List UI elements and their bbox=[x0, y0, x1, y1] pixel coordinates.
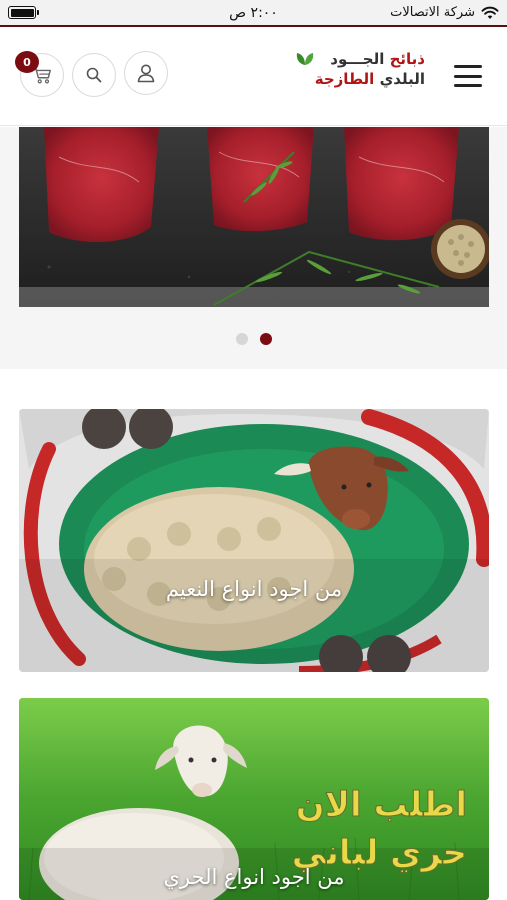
menu-icon-bar bbox=[454, 65, 482, 68]
logo-word-2: الجـــود bbox=[330, 50, 385, 68]
search-button[interactable] bbox=[72, 53, 116, 97]
status-time: ٢:٠٠ ص bbox=[229, 4, 278, 21]
account-button[interactable] bbox=[124, 51, 168, 95]
meat-photo bbox=[19, 127, 489, 307]
slider-pagination bbox=[0, 333, 507, 345]
sheep-banner-image bbox=[19, 409, 489, 672]
logo-line-2: البلدي الطازجة bbox=[290, 69, 425, 89]
battery-icon bbox=[8, 6, 39, 19]
category-card-harri[interactable]: اطلب الان حري لباني من اجود انواع الحري bbox=[19, 698, 489, 900]
slide-image-meat[interactable] bbox=[19, 127, 489, 307]
search-icon bbox=[86, 67, 102, 83]
logo-word-3: البلدي bbox=[379, 70, 425, 88]
logo-word-1: ذبائح bbox=[389, 50, 425, 68]
hero-slider bbox=[0, 127, 507, 369]
menu-icon-bar bbox=[454, 84, 482, 87]
harri-headline-1: اطلب الان bbox=[296, 785, 467, 825]
hamburger-menu-button[interactable] bbox=[454, 65, 482, 87]
card-caption: من اجود انواع الحري bbox=[163, 865, 345, 889]
leaf-icon bbox=[296, 53, 314, 65]
slider-dot-2-active[interactable] bbox=[259, 333, 272, 345]
status-right: شركة الاتصالات bbox=[379, 5, 499, 20]
status-bar: ٢:٠٠ ص شركة الاتصالات bbox=[0, 0, 507, 27]
card-caption: من اجود انواع النعيم bbox=[165, 577, 343, 601]
wifi-icon bbox=[481, 6, 499, 19]
site-header: 0 ذبائح الجـــود البلدي الطازجة bbox=[0, 29, 507, 126]
status-left bbox=[8, 6, 128, 19]
category-card-naeimi[interactable]: من اجود انواع النعيم bbox=[19, 409, 489, 672]
logo-word-4: الطازجة bbox=[314, 70, 375, 88]
slider-dot-1[interactable] bbox=[235, 333, 248, 345]
carrier-name: شركة الاتصالات bbox=[390, 5, 475, 20]
site-logo[interactable]: ذبائح الجـــود البلدي الطازجة bbox=[290, 49, 425, 101]
menu-icon-bar bbox=[454, 74, 482, 78]
user-icon bbox=[137, 64, 155, 83]
cart-count-badge: 0 bbox=[15, 51, 39, 73]
